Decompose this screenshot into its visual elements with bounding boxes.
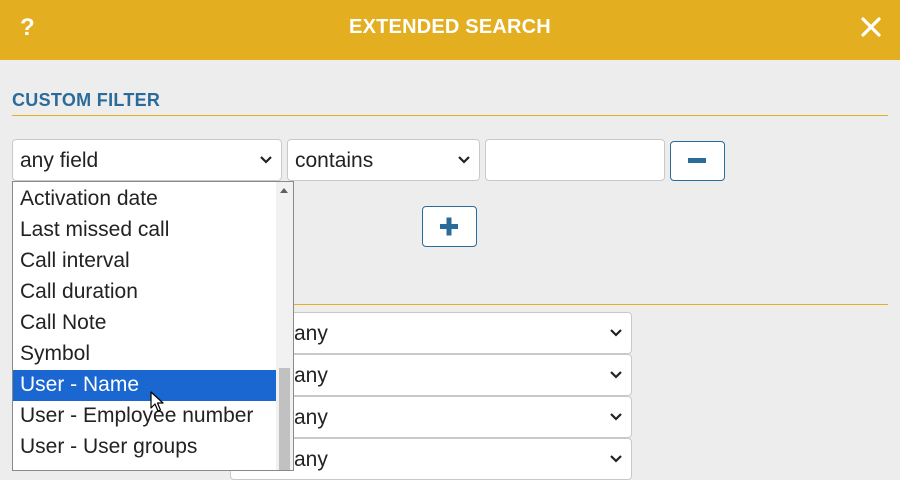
- section-title: CUSTOM FILTER: [12, 90, 161, 110]
- chevron-down-icon: [610, 371, 622, 379]
- dropdown-option[interactable]: Call Note: [13, 308, 277, 339]
- condition-select-value: any: [294, 406, 328, 429]
- dropdown-option[interactable]: Last missed call: [13, 215, 277, 246]
- dropdown-option[interactable]: User - Employee number: [13, 401, 277, 432]
- plus-icon: [440, 217, 458, 236]
- chevron-down-icon: [610, 455, 622, 463]
- scroll-up-arrow-icon[interactable]: [280, 188, 288, 193]
- field-select[interactable]: any field: [12, 139, 282, 181]
- condition-select-value: any: [294, 448, 328, 471]
- dropdown-option-selected[interactable]: User - Name: [13, 370, 277, 401]
- section-divider: [12, 115, 888, 116]
- chevron-down-icon: [610, 329, 622, 337]
- operator-select[interactable]: contains: [287, 139, 480, 181]
- dropdown-option[interactable]: Call interval: [13, 246, 277, 277]
- dialog-title: EXTENDED SEARCH: [349, 16, 551, 38]
- scrollbar-thumb[interactable]: [279, 368, 290, 470]
- condition-select-value: any: [294, 322, 328, 345]
- chevron-down-icon: [458, 156, 470, 164]
- condition-select-value: any: [294, 364, 328, 387]
- add-filter-button[interactable]: [422, 206, 477, 247]
- dropdown-option[interactable]: User - User groups: [13, 432, 277, 463]
- chevron-down-icon: [260, 156, 272, 164]
- filter-value-input[interactable]: [485, 139, 665, 181]
- mouse-pointer-icon: [150, 391, 164, 412]
- field-dropdown-list[interactable]: Activation date Last missed call Call in…: [12, 181, 294, 471]
- dialog-titlebar: ? EXTENDED SEARCH: [0, 0, 900, 60]
- dropdown-scrollbar[interactable]: [276, 182, 293, 470]
- chevron-down-icon: [610, 413, 622, 421]
- dropdown-option[interactable]: Symbol: [13, 339, 277, 370]
- dropdown-option[interactable]: Call duration: [13, 277, 277, 308]
- close-icon[interactable]: [860, 16, 882, 38]
- minus-icon: [688, 158, 706, 163]
- field-select-value: any field: [20, 149, 99, 172]
- remove-filter-button[interactable]: [670, 141, 725, 181]
- operator-select-value: contains: [295, 149, 374, 172]
- dropdown-option[interactable]: Activation date: [13, 184, 277, 215]
